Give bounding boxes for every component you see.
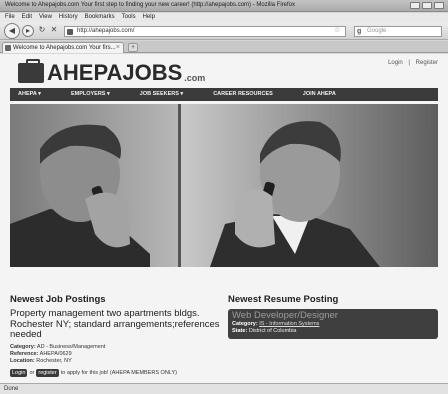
apply-line: Login or register to apply for this job!… (10, 369, 177, 377)
tab-bar: Welcome to Ahepajobs.com Your firs... × … (0, 41, 448, 53)
navigation-toolbar: ◀ ▸ ↻ ✕ http://ahepajobs.com/ ☆ g Google (0, 22, 448, 40)
menu-tools[interactable]: Tools (122, 13, 136, 22)
register-button[interactable]: register (36, 369, 59, 377)
nav-ahepa[interactable]: AHEPA ▾ (18, 88, 41, 101)
job-location: Location: Rochester, NY (10, 358, 72, 364)
menu-help[interactable]: Help (143, 13, 155, 22)
hero-photo (10, 104, 438, 267)
maximize-icon[interactable] (422, 2, 432, 9)
window-controls (410, 2, 444, 9)
job-location-label: Location: (10, 358, 35, 364)
menu-bar: File Edit View History Bookmarks Tools H… (0, 13, 448, 22)
login-link[interactable]: Login (388, 60, 403, 66)
back-button[interactable]: ◀ (4, 23, 20, 39)
resume-title[interactable]: Web Developer/Designer (232, 311, 434, 321)
status-text: Done (4, 386, 19, 392)
minimize-icon[interactable] (410, 2, 420, 9)
resume-card[interactable]: Web Developer/Designer Category: IS - In… (228, 309, 438, 339)
site-logo[interactable]: AHEPAJOBS .com (18, 59, 206, 86)
search-box[interactable]: g Google (354, 26, 442, 37)
search-placeholder: Google (367, 28, 387, 34)
site-favicon-icon (67, 29, 73, 35)
job-category: Category: AD - Business/Management (10, 344, 105, 350)
resume-category-link[interactable]: IS - Information Systems (259, 321, 319, 327)
apply-text: to apply for this job! (AHEPA MEMBERS ON… (60, 370, 177, 376)
resume-heading: Newest Resume Posting (228, 294, 339, 305)
or-text: or (29, 370, 35, 376)
job-reference: Reference: AHEPA/0629 (10, 351, 72, 357)
hero-image (10, 104, 438, 267)
job-category-label: Category: (10, 344, 36, 350)
nav-employers[interactable]: EMPLOYERS ▾ (71, 88, 110, 101)
menu-file[interactable]: File (5, 13, 15, 22)
status-bar: Done (0, 383, 448, 394)
job-title-link[interactable]: Property management two apartments bldgs… (10, 308, 220, 341)
address-text: http://ahepajobs.com/ (77, 28, 135, 34)
window-title: Welcome to Ahepajobs.com Your first step… (5, 2, 296, 8)
tab-label: Welcome to Ahepajobs.com Your firs... (13, 45, 116, 51)
reload-icon[interactable]: ↻ (36, 25, 48, 37)
briefcase-icon (18, 59, 44, 83)
logo-suffix: .com (184, 72, 206, 83)
window-titlebar: Welcome to Ahepajobs.com Your first step… (0, 0, 448, 12)
close-icon[interactable] (434, 2, 444, 9)
job-location-value: Rochester, NY (36, 358, 72, 364)
menu-edit[interactable]: Edit (22, 13, 32, 22)
resume-state-value: District of Columbia (248, 328, 297, 334)
menu-history[interactable]: History (59, 13, 78, 22)
resume-category: Category: IS - Information Systems (232, 321, 434, 328)
new-tab-button[interactable]: + (128, 43, 138, 52)
page-content: AHEPAJOBS .com Login | Register AHEPA ▾ … (0, 54, 448, 383)
address-bar[interactable]: http://ahepajobs.com/ (64, 26, 346, 37)
jobs-heading: Newest Job Postings (10, 294, 106, 305)
tab-welcome[interactable]: Welcome to Ahepajobs.com Your firs... × (2, 42, 124, 53)
job-reference-value: AHEPA/0629 (39, 351, 72, 357)
menu-view[interactable]: View (39, 13, 52, 22)
google-icon: g (357, 28, 362, 35)
nav-job-seekers[interactable]: JOB SEEKERS ▾ (140, 88, 183, 101)
site-nav: AHEPA ▾ EMPLOYERS ▾ JOB SEEKERS ▾ CAREER… (10, 88, 438, 101)
stop-icon[interactable]: ✕ (48, 25, 60, 37)
login-button[interactable]: Login (10, 369, 28, 377)
account-links: Login | Register (384, 60, 438, 66)
logo-name: AHEPAJOBS (47, 60, 183, 85)
nav-career-resources[interactable]: CAREER RESOURCES (213, 88, 273, 101)
job-category-value: AD - Business/Management (36, 344, 106, 350)
tab-favicon-icon (5, 45, 11, 51)
job-reference-label: Reference: (10, 351, 39, 357)
resume-state: State: District of Columbia (232, 328, 434, 335)
nav-join-ahepa[interactable]: JOIN AHEPA (303, 88, 336, 101)
link-separator: | (408, 60, 410, 66)
resume-category-label: Category: (232, 321, 258, 327)
forward-button[interactable]: ▸ (22, 25, 34, 37)
tab-close-icon[interactable]: × (116, 43, 120, 53)
menu-bookmarks[interactable]: Bookmarks (85, 13, 115, 22)
register-link[interactable]: Register (416, 60, 438, 66)
resume-state-label: State: (232, 328, 248, 334)
bookmark-star-icon[interactable]: ☆ (334, 26, 340, 34)
